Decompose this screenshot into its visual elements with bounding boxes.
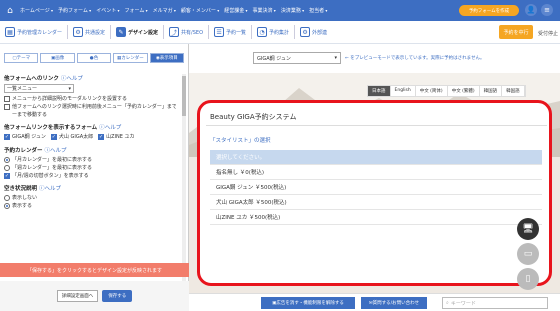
settings-scroll-area: 他フォームへのリンク ⓘヘルプ 一覧メニュー ▾ メニューから詳細説明のモーダルリン… xyxy=(4,74,180,292)
nav-item[interactable]: メルマガ xyxy=(153,7,176,14)
form-checkbox-2[interactable]: ✓ 犬山 GIGA太郎 xyxy=(50,133,93,140)
desktop-view-icon[interactable]: 🖥 xyxy=(517,218,539,240)
contact-button[interactable]: ✉ 質問する/お問い合わせ xyxy=(361,297,427,309)
lang-zh-cn[interactable]: 中文 (简体) xyxy=(416,86,448,96)
search-input[interactable]: ⌕ キーワード xyxy=(442,297,548,309)
stop-reception-link[interactable]: 受付停止 xyxy=(538,30,558,37)
help-link[interactable]: ⓘヘルプ xyxy=(45,148,67,154)
search-icon: ⌕ xyxy=(446,300,449,306)
chevron-down-icon: ▾ xyxy=(68,85,71,92)
link-forms-section: 他フォームリンクを表示するフォーム ⓘヘルプ ✓ GIGA鋼 ジュン ✓ 犬山 GIG… xyxy=(4,125,135,140)
save-notice: 「保存する」をクリックするとデザイン設定が反映されます xyxy=(0,263,189,277)
tab-display-items[interactable]: ◉ 表示項目 xyxy=(149,53,185,63)
tab-image[interactable]: ▣ 画像 xyxy=(40,53,75,63)
vacancy-show-radio[interactable]: 表示する xyxy=(4,202,180,209)
list-item[interactable]: 選択してください。 xyxy=(210,150,542,165)
gear-icon: ⚙ xyxy=(73,27,84,37)
stylist-selection-label: 「スタイリスト」の選択 xyxy=(210,138,271,144)
design-settings-button[interactable]: ✎ デザイン設定 xyxy=(111,21,163,44)
list-item[interactable]: 山ZINE ユカ ￥500(税込) xyxy=(210,210,542,225)
feature-toolbar: ▦ 予約管理カレンダー ⚙ 共通設定 ✎ デザイン設定 ⤴ 共有/SEO ☰ 予約一覧 ◔… xyxy=(0,21,560,44)
stylist-options: 選択してください。 指名無し ￥0(税込) GIGA鋼 ジュン ￥500(税込)… xyxy=(210,150,542,225)
language-switcher: 日本語 English 中文 (简体) 中文 (繁體) 韓国語 韓国語 xyxy=(367,85,526,97)
save-button[interactable]: 保存する xyxy=(102,290,133,302)
move-to-calendar-checkbox[interactable]: 他フォームへのリンク選択時に利用前後メニュー「予約カレンダー」まで移動する xyxy=(4,103,180,110)
link-style-select[interactable]: 一覧メニュー ▾ xyxy=(4,84,74,93)
remove-ads-button[interactable]: ▣ 広告を消す・機能制限を解除する xyxy=(261,297,355,309)
share-icon: ⤴ xyxy=(169,27,180,37)
nav-item[interactable]: 経営課金 xyxy=(224,7,247,14)
form-checkbox-1[interactable]: ✓ GIGA鋼 ジュン xyxy=(4,133,46,140)
design-tabs: ▢ テーマ ▣ 画像 ● 色 ▦ カレンダー ◉ 表示項目 xyxy=(0,44,188,66)
help-link[interactable]: ⓘヘルプ xyxy=(61,76,83,82)
tab-theme[interactable]: ▢ テーマ xyxy=(4,53,39,63)
list-item[interactable]: 犬山 GIGA太郎 ￥500(税込) xyxy=(210,195,542,210)
scrollbar[interactable] xyxy=(182,74,186,292)
lang-zh-tw[interactable]: 中文 (繁體) xyxy=(448,86,480,96)
create-form-button[interactable]: 予約フォームを作成 xyxy=(459,5,519,16)
reservation-list-button[interactable]: ☰ 予約一覧 xyxy=(209,21,251,44)
tab-calendar[interactable]: ▦ カレンダー xyxy=(113,53,148,63)
week-first-radio[interactable]: 「週カレンダー」を最初に表示する xyxy=(4,164,180,171)
lang-ko-2[interactable]: 韓国語 xyxy=(502,86,525,96)
lang-en[interactable]: English xyxy=(391,86,416,96)
calendar-section: 予約カレンダー ⓘヘルプ 「月カレンダー」を最初に表示する 「週カレンダー」を最初… xyxy=(4,146,180,179)
preview-footer: ▣ 広告を消す・機能制限を解除する ✉ 質問する/お問い合わせ ⌕ キーワード xyxy=(189,293,560,311)
list-item[interactable]: GIGA鋼 ジュン ￥500(税込) xyxy=(210,180,542,195)
list-item[interactable]: 指名無し ￥0(税込) xyxy=(210,165,542,180)
user-icon[interactable]: 👤 xyxy=(525,4,537,16)
home-icon[interactable]: ⌂ xyxy=(4,5,16,17)
common-settings-button[interactable]: ⚙ 共通設定 xyxy=(68,21,110,44)
list-icon: ☰ xyxy=(214,27,225,37)
month-first-radio[interactable]: 「月カレンダー」を最初に表示する xyxy=(4,156,180,163)
tablet-view-icon[interactable]: ▭ xyxy=(517,243,539,265)
calendar-icon: ▦ xyxy=(5,27,15,37)
main-nav: ホームページ予約フォームイベントフォームメルマガ顧客・メンバー経営課金事業決済決… xyxy=(20,7,327,14)
tab-color[interactable]: ● 色 xyxy=(76,53,112,63)
nav-item[interactable]: イベント xyxy=(96,7,119,14)
chart-icon: ◔ xyxy=(257,27,268,37)
left-footer: 詳細設定画面へ 保存する xyxy=(0,281,189,311)
nav-item[interactable]: 事業決済 xyxy=(253,7,276,14)
help-link[interactable]: ⓘヘルプ xyxy=(39,186,61,192)
link-icon: ⚙ xyxy=(300,27,311,37)
share-seo-button[interactable]: ⤴ 共有/SEO xyxy=(164,21,208,44)
reservation-status-button[interactable]: 予約を中行 xyxy=(499,25,533,39)
nav-item[interactable]: 担当者 xyxy=(309,7,327,14)
switch-button-checkbox[interactable]: ✓ 「月/週の切替ボタン」を表示する xyxy=(4,172,180,179)
form-title: Beauty GIGA予約システム xyxy=(210,113,297,121)
nav-item[interactable]: 顧客・メンバー xyxy=(181,7,219,14)
mobile-view-icon[interactable]: ▯ xyxy=(517,268,539,290)
nav-item[interactable]: ホームページ xyxy=(20,7,53,14)
vacancy-section: 空き状況説明 ⓘヘルプ 表示しない 表示する xyxy=(4,184,180,209)
vacancy-hide-radio[interactable]: 表示しない xyxy=(4,194,180,201)
nav-item[interactable]: 予約フォーム xyxy=(58,7,91,14)
detail-settings-button[interactable]: 詳細設定画面へ xyxy=(56,290,99,302)
top-navigation-bar: ⌂ ホームページ予約フォームイベントフォームメルマガ顧客・メンバー経営課金事業決… xyxy=(0,0,560,21)
lang-ja[interactable]: 日本語 xyxy=(368,86,391,96)
nav-item[interactable]: フォーム xyxy=(124,7,147,14)
nav-item[interactable]: 決済業務 xyxy=(281,7,304,14)
chevron-down-icon: ▾ xyxy=(334,55,337,61)
menu-icon[interactable]: ≡ xyxy=(541,4,553,16)
preview-header: GIGA鋼 ジュン ▾ ← をプレビューモードで表示しています。実際に予約はされま… xyxy=(189,44,560,73)
external-link-button[interactable]: ⚙ 外部連 xyxy=(295,21,332,44)
lang-ko[interactable]: 韓国語 xyxy=(480,86,503,96)
reservation-form-preview: Beauty GIGA予約システム 「スタイリスト」の選択 選択してください。 … xyxy=(197,100,552,286)
reservation-stats-button[interactable]: ◔ 予約集計 xyxy=(252,21,294,44)
preview-form-select[interactable]: GIGA鋼 ジュン ▾ xyxy=(253,52,341,64)
preview-area: GIGA鋼 ジュン ▾ ← をプレビューモードで表示しています。実際に予約はされま… xyxy=(189,44,560,311)
palette-icon: ✎ xyxy=(116,27,127,37)
preview-mode-message: ← をプレビューモードで表示しています。実際に予約はされません。 xyxy=(345,56,485,61)
modal-link-checkbox[interactable]: メニューから詳細説明のモーダルリンクを設置する xyxy=(4,95,180,102)
help-link[interactable]: ⓘヘルプ xyxy=(99,125,121,131)
form-checkbox-3[interactable]: ✓ 山ZINE ユカ xyxy=(98,133,135,140)
other-form-link-section: 他フォームへのリンク ⓘヘルプ 一覧メニュー ▾ メニューから詳細説明のモーダルリン… xyxy=(4,74,180,118)
reservation-calendar-button[interactable]: ▦ 予約管理カレンダー xyxy=(0,21,67,44)
